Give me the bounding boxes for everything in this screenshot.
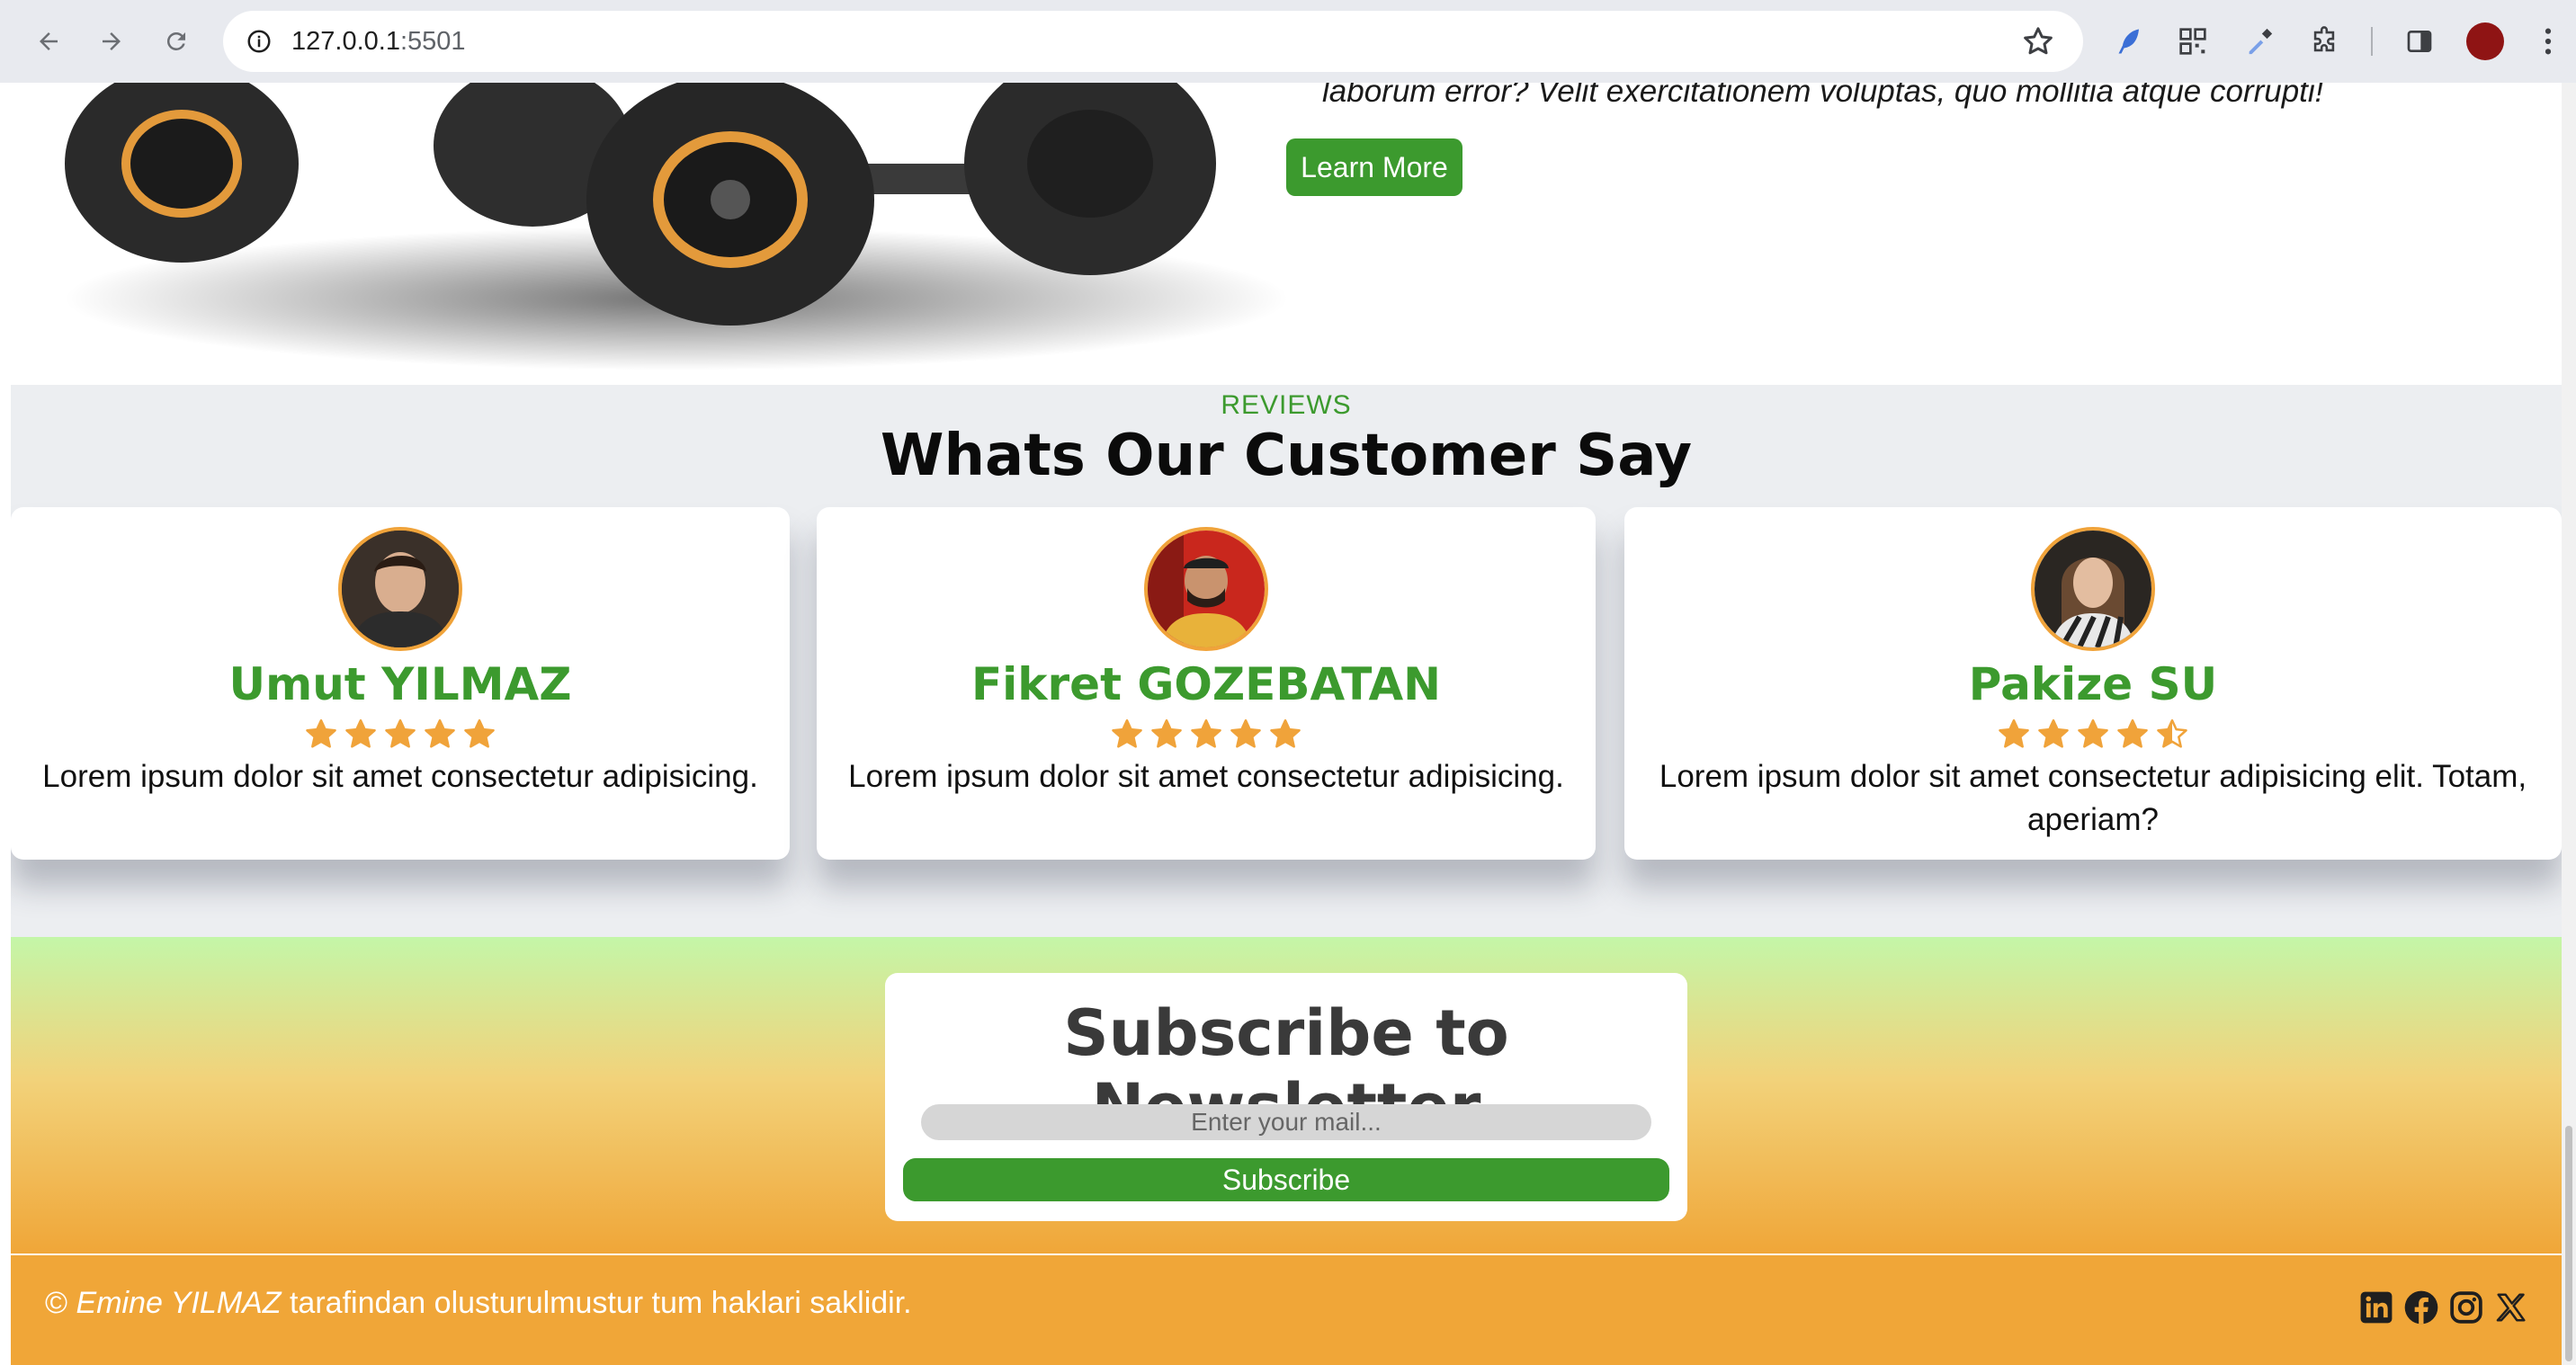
footer-copyright: © Emine YILMAZ tarafindan olusturulmustu…: [45, 1286, 912, 1321]
review-text: Lorem ipsum dolor sit amet consectetur a…: [848, 759, 1564, 794]
side-panel-icon[interactable]: [2400, 22, 2439, 61]
star-half-icon: [2157, 718, 2187, 748]
bookmark-star-icon[interactable]: [2020, 23, 2056, 59]
reviewer-name: Pakize SU: [1968, 658, 2218, 710]
toolbar-separator: [2371, 27, 2373, 56]
star-icon: [2078, 718, 2108, 748]
url-text: 127.0.0.1:5501: [291, 11, 466, 72]
star-icon: [1112, 718, 1142, 748]
learn-more-button[interactable]: Learn More: [1286, 138, 1462, 196]
reviewer-name: Fikret GOZEBATAN: [970, 658, 1442, 710]
reviews-title: Whats Our Customer Say: [880, 423, 1693, 489]
review-text: Lorem ipsum dolor sit amet consectetur a…: [42, 759, 758, 794]
star-rating: [1624, 718, 2562, 752]
avatar: [2031, 527, 2155, 651]
star-icon: [464, 718, 495, 748]
reviews-section: REVIEWS Whats Our Customer Say Umut YILM…: [11, 385, 2562, 937]
copyright-symbol: ©: [45, 1286, 68, 1320]
x-icon[interactable]: [2493, 1289, 2529, 1325]
avatar: [1144, 527, 1268, 651]
star-icon: [345, 718, 376, 748]
star-icon: [385, 718, 416, 748]
jeep-image: [29, 83, 1288, 388]
extension-eyedropper-icon[interactable]: [2240, 22, 2279, 61]
star-icon: [2117, 718, 2148, 748]
url-host: 127.0.0.1: [291, 27, 400, 56]
review-text: Lorem ipsum dolor sit amet consectetur a…: [1659, 759, 2527, 837]
social-links: [2358, 1289, 2529, 1325]
star-rating: [817, 718, 1596, 752]
profile-avatar[interactable]: [2466, 22, 2504, 60]
facebook-icon[interactable]: [2403, 1289, 2439, 1325]
star-icon: [2038, 718, 2069, 748]
reload-icon: [166, 31, 185, 50]
footer-divider: [11, 1253, 2562, 1255]
instagram-icon[interactable]: [2448, 1289, 2484, 1325]
site-info-button[interactable]: [237, 20, 281, 63]
review-card: Umut YILMAZ Lorem ipsum dolor sit amet c…: [11, 507, 790, 860]
extensions-puzzle-icon[interactable]: [2304, 22, 2344, 61]
extension-qr-icon[interactable]: [2173, 22, 2213, 61]
forward-arrow-icon: [103, 32, 121, 50]
hero-section: laborum error? Velit exercitationem volu…: [11, 83, 2562, 385]
review-card: Fikret GOZEBATAN Lorem ipsum dolor sit a…: [817, 507, 1596, 860]
star-icon: [1151, 718, 1182, 748]
footer: © Emine YILMAZ tarafindan olusturulmustu…: [11, 1253, 2562, 1365]
back-arrow-icon: [40, 32, 58, 50]
page-scrollbar[interactable]: [2562, 83, 2576, 1365]
reviews-tag: REVIEWS: [1221, 390, 1352, 420]
scrollbar-thumb[interactable]: [2565, 1126, 2572, 1361]
back-button[interactable]: [27, 20, 70, 63]
review-card: Pakize SU Lorem ipsum dolor sit amet con…: [1624, 507, 2562, 860]
star-icon: [1191, 718, 1221, 748]
newsletter-box: Subscribe to Newsletter Subscribe: [885, 973, 1687, 1221]
url-port: :5501: [399, 27, 466, 56]
avatar: [338, 527, 462, 651]
star-icon: [306, 718, 336, 748]
browser-toolbar: 127.0.0.1:5501: [0, 0, 2576, 83]
subscribe-button[interactable]: Subscribe: [903, 1158, 1669, 1201]
star-icon: [425, 718, 455, 748]
footer-author: Emine YILMAZ: [76, 1286, 282, 1320]
extension-feather-icon[interactable]: [2108, 22, 2148, 61]
star-icon: [1270, 718, 1301, 748]
forward-button[interactable]: [90, 20, 133, 63]
email-input[interactable]: [921, 1104, 1651, 1140]
newsletter-section: Subscribe to Newsletter Subscribe: [11, 937, 2562, 1253]
star-icon: [1230, 718, 1261, 748]
reviewer-name: Umut YILMAZ: [228, 658, 572, 710]
menu-kebab-icon[interactable]: [2535, 22, 2562, 61]
address-bar[interactable]: 127.0.0.1:5501: [223, 11, 2083, 72]
linkedin-icon[interactable]: [2358, 1289, 2394, 1325]
info-icon: [247, 30, 271, 53]
hero-paragraph: laborum error? Velit exercitationem volu…: [1322, 83, 2324, 109]
reload-button[interactable]: [155, 20, 198, 63]
page-viewport: laborum error? Velit exercitationem volu…: [11, 83, 2562, 1365]
star-rating: [11, 718, 790, 752]
star-icon: [1999, 718, 2029, 748]
footer-rights-text: tarafindan olusturulmustur tum haklari s…: [289, 1286, 912, 1320]
